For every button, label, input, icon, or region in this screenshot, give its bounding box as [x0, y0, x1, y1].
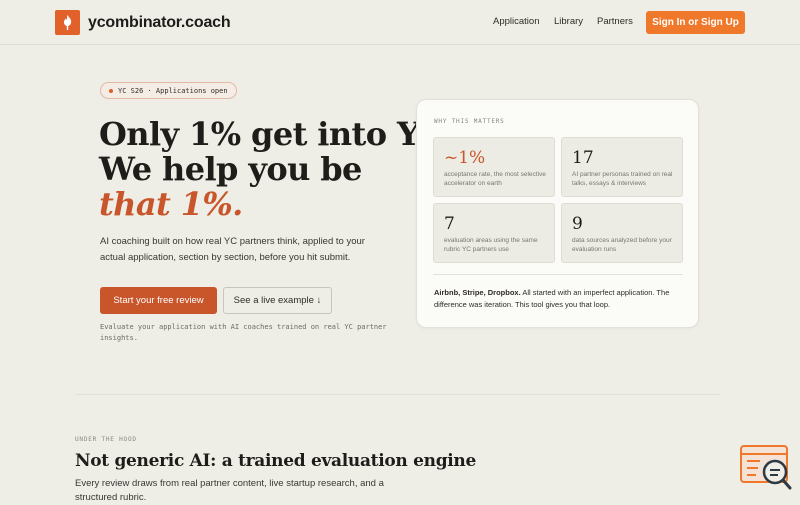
hero-title-accent: that 1%. — [99, 185, 243, 223]
stat-description: data sources analyzed before your evalua… — [572, 237, 672, 253]
flame-logo-icon — [55, 10, 80, 35]
section-title: Not generic AI: a trained evaluation eng… — [75, 451, 477, 471]
brand-name: ycombinator.coach — [88, 13, 231, 31]
stat-data-sources: 9 data sources analyzed before your eval… — [561, 203, 683, 263]
hero-note: Evaluate your application with AI coache… — [100, 323, 387, 342]
badge-label: YC S26 · Applications open — [118, 86, 228, 95]
applications-open-badge: YC S26 · Applications open — [100, 82, 237, 99]
card-eyebrow: WHY THIS MATTERS — [434, 118, 505, 125]
live-example-button[interactable]: See a live example ↓ — [223, 287, 332, 314]
stat-value: 17 — [572, 148, 594, 168]
stat-description: AI partner personas trained on real talk… — [572, 171, 673, 187]
nav-library[interactable]: Library — [554, 16, 583, 27]
start-review-button[interactable]: Start your free review — [100, 287, 217, 314]
why-this-matters-card: WHY THIS MATTERS ~1% acceptance rate, th… — [416, 99, 699, 328]
sign-in-button[interactable]: Sign In or Sign Up — [646, 11, 745, 34]
card-footer: Airbnb, Stripe, Dropbox. All started wit… — [434, 287, 689, 311]
stat-acceptance-rate: ~1% acceptance rate, the most selective … — [433, 137, 555, 197]
stat-description: evaluation areas using the same rubric Y… — [444, 237, 538, 253]
nav-application[interactable]: Application — [493, 16, 539, 27]
section-subtitle: Every review draws from real partner con… — [75, 478, 384, 503]
chat-search-widget-icon[interactable] — [740, 445, 792, 491]
stat-value: ~1% — [444, 148, 486, 168]
stat-partner-personas: 17 AI partner personas trained on real t… — [561, 137, 683, 197]
hero-title-line-2: We help you be — [99, 150, 362, 188]
card-divider — [433, 274, 683, 275]
hero-subtitle: AI coaching built on how real YC partner… — [100, 236, 365, 263]
section-eyebrow: UNDER THE HOOD — [75, 436, 137, 443]
card-footer-bold: Airbnb, Stripe, Dropbox. — [434, 288, 521, 297]
nav-partners[interactable]: Partners — [597, 16, 633, 27]
stat-description: acceptance rate, the most selective acce… — [444, 171, 546, 187]
stat-value: 9 — [572, 214, 583, 234]
stat-value: 7 — [444, 214, 455, 234]
brand-logo-link[interactable]: ycombinator.coach — [55, 10, 231, 35]
status-dot-icon — [109, 88, 113, 93]
stat-evaluation-areas: 7 evaluation areas using the same rubric… — [433, 203, 555, 263]
site-header: ycombinator.coach Application Library Pa… — [0, 0, 800, 45]
section-divider — [75, 394, 720, 395]
hero-title-line-1: Only 1% get into YC. — [99, 115, 454, 153]
hero-title: Only 1% get into YC. We help you be that… — [99, 115, 454, 223]
